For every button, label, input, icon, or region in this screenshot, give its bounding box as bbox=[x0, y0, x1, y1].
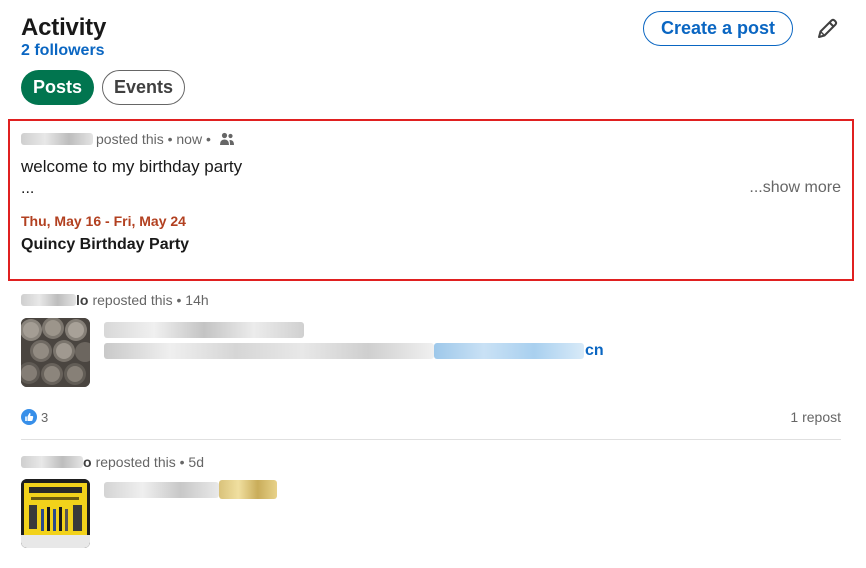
blurred-emoji bbox=[219, 480, 277, 499]
page-title: Activity bbox=[21, 14, 107, 41]
post-thumbnail-image[interactable] bbox=[21, 479, 90, 548]
reactions-count[interactable]: 3 bbox=[21, 409, 48, 425]
post-meta: posted this • now • bbox=[21, 131, 235, 147]
post-body-text: welcome to my birthday party bbox=[21, 157, 243, 176]
create-post-button[interactable]: Create a post bbox=[643, 11, 793, 46]
blurred-author-name[interactable] bbox=[21, 456, 83, 468]
reaction-count-text: 3 bbox=[41, 409, 49, 425]
blurred-author-name[interactable] bbox=[21, 133, 93, 145]
blurred-post-text bbox=[104, 482, 219, 498]
post-link-tail[interactable]: cn bbox=[585, 342, 604, 360]
post-meta-text: reposted this • 14h bbox=[92, 292, 209, 308]
blurred-post-text bbox=[104, 322, 304, 338]
show-more-button[interactable]: ...show more bbox=[749, 179, 841, 197]
followers-link[interactable]: 2 followers bbox=[21, 42, 105, 60]
post-meta-text: posted this • now • bbox=[96, 131, 211, 147]
tab-events[interactable]: Events bbox=[102, 70, 185, 105]
post-thumbnail-image[interactable] bbox=[21, 318, 90, 387]
thumbs-up-icon bbox=[21, 409, 37, 425]
blurred-author-name[interactable] bbox=[21, 294, 76, 306]
blurred-post-text bbox=[104, 343, 434, 359]
activity-section: Activity 2 followers Create a post Posts… bbox=[0, 0, 866, 568]
post-meta: lo reposted this • 14h bbox=[21, 292, 209, 308]
post-meta: o reposted this • 5d bbox=[21, 454, 204, 470]
event-date: Thu, May 16 - Fri, May 24 bbox=[21, 213, 186, 229]
people-icon bbox=[219, 131, 235, 147]
post-meta-text: reposted this • 5d bbox=[95, 454, 204, 470]
repost-count[interactable]: 1 repost bbox=[790, 409, 841, 425]
author-name-suffix[interactable]: o bbox=[83, 454, 92, 470]
author-name-suffix[interactable]: lo bbox=[76, 292, 88, 308]
tab-posts[interactable]: Posts bbox=[21, 70, 94, 105]
post-divider bbox=[21, 439, 841, 440]
blurred-post-link[interactable] bbox=[434, 343, 584, 359]
pencil-icon[interactable] bbox=[814, 16, 840, 42]
event-title[interactable]: Quincy Birthday Party bbox=[21, 236, 189, 254]
post-ellipsis: ... bbox=[21, 180, 35, 197]
